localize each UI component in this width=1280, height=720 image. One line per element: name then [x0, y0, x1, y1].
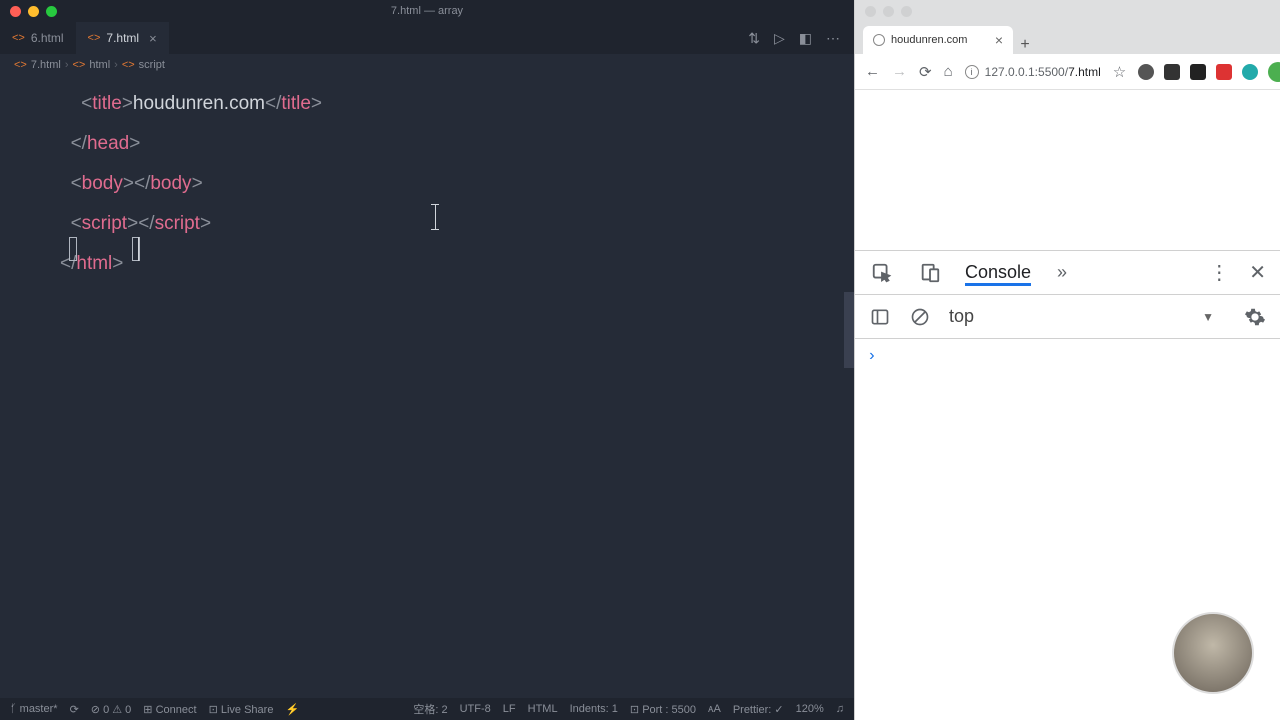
vscode-titlebar: 7.html — array: [0, 0, 854, 22]
toggle-sidebar-icon[interactable]: [869, 306, 891, 328]
code-line: </head>: [60, 124, 840, 164]
chevron-down-icon: ▼: [1202, 310, 1214, 324]
traffic-lights: [865, 6, 912, 17]
live-share[interactable]: ⊡ Live Share: [209, 703, 274, 716]
breadcrumb-script[interactable]: script: [139, 59, 165, 71]
run-icon[interactable]: ▷: [774, 30, 785, 47]
browser-toolbar: ← → ⟳ ⌂ i 127.0.0.1:5500/7.html ☆ ⋮: [855, 54, 1280, 90]
problems[interactable]: ⊘ 0 ⚠ 0: [91, 703, 132, 716]
clear-console-icon[interactable]: [909, 306, 931, 328]
html-file-icon: <>: [12, 32, 25, 44]
maximize-window-button[interactable]: [46, 6, 57, 17]
brackets-icon: <>: [122, 59, 135, 71]
favicon-icon: [873, 34, 885, 46]
more-actions-icon[interactable]: ⋯: [826, 30, 840, 47]
breadcrumb[interactable]: <> 7.html › <> html › <> script: [0, 54, 854, 76]
new-tab-button[interactable]: +: [1013, 36, 1037, 54]
devtools-tab-bar: Console » ⋮ ✕: [855, 251, 1280, 295]
chevron-right-icon: ›: [114, 59, 118, 71]
extension-icon[interactable]: [1216, 64, 1232, 80]
browser-tab-title: houdunren.com: [891, 34, 967, 46]
console-settings-icon[interactable]: [1244, 306, 1266, 328]
sync-icon[interactable]: ⟳: [70, 703, 79, 716]
close-tab-icon[interactable]: ×: [149, 31, 157, 46]
editor-tab-bar: <> 6.html <> 7.html × ⇅ ▷ ◧ ⋯: [0, 22, 854, 54]
editor-actions: ⇅ ▷ ◧ ⋯: [748, 30, 854, 47]
back-button[interactable]: ←: [865, 63, 880, 80]
minimap-scroll[interactable]: [844, 292, 854, 368]
context-selector[interactable]: top ▼: [949, 306, 1226, 327]
close-window-button[interactable]: [10, 6, 21, 17]
tab-label: 7.html: [106, 31, 139, 45]
remote-connect[interactable]: ⊞ Connect: [143, 703, 196, 716]
indents[interactable]: Indents: 1: [570, 703, 618, 715]
brackets-icon: <>: [73, 59, 86, 71]
extension-icon[interactable]: [1164, 64, 1180, 80]
bell-icon[interactable]: ♫: [836, 703, 844, 715]
encoding[interactable]: UTF-8: [460, 703, 491, 715]
more-tabs-icon[interactable]: »: [1057, 262, 1067, 283]
breadcrumb-file[interactable]: 7.html: [31, 59, 61, 71]
console-tab[interactable]: Console: [965, 262, 1031, 286]
code-line: <script></script>: [60, 204, 840, 244]
code-line: <title>houdunren.com</title>: [60, 84, 840, 124]
maximize-window-button[interactable]: [901, 6, 912, 17]
forward-button[interactable]: →: [892, 63, 907, 80]
browser-tab-strip: houdunren.com × +: [855, 22, 1280, 54]
device-toggle-icon[interactable]: [917, 260, 943, 286]
zoom-level[interactable]: 120%: [796, 703, 824, 715]
indent-spaces[interactable]: 空格: 2: [413, 701, 447, 717]
close-devtools-icon[interactable]: ✕: [1249, 260, 1266, 285]
address-bar[interactable]: i 127.0.0.1:5500/7.html: [965, 65, 1101, 79]
close-tab-icon[interactable]: ×: [995, 32, 1003, 48]
extension-icon[interactable]: [1138, 64, 1154, 80]
text-cursor-icon: [435, 204, 436, 230]
site-info-icon[interactable]: i: [965, 65, 979, 79]
extension-icon[interactable]: [1242, 64, 1258, 80]
profile-avatar[interactable]: [1268, 62, 1280, 82]
tab-6html[interactable]: <> 6.html: [0, 22, 76, 54]
html-file-icon: <>: [14, 59, 27, 71]
eol[interactable]: LF: [503, 703, 516, 715]
split-editor-icon[interactable]: ◧: [799, 30, 812, 47]
window-title: 7.html — array: [391, 5, 463, 17]
reload-button[interactable]: ⟳: [919, 63, 932, 81]
compare-changes-icon[interactable]: ⇅: [748, 30, 760, 47]
minimize-window-button[interactable]: [883, 6, 894, 17]
prettier-status[interactable]: Prettier: ✓: [733, 703, 784, 716]
lightning-icon[interactable]: ⚡: [285, 703, 299, 716]
code-line: <body></body>: [60, 164, 840, 204]
close-window-button[interactable]: [865, 6, 876, 17]
browser-tab[interactable]: houdunren.com ×: [863, 26, 1013, 54]
tab-label: 6.html: [31, 31, 64, 45]
webcam-overlay: [1172, 612, 1254, 694]
console-prompt-icon: ›: [867, 347, 877, 365]
git-branch[interactable]: ᚶ master*: [10, 703, 58, 715]
html-file-icon: <>: [88, 32, 101, 44]
tab-7html[interactable]: <> 7.html ×: [76, 22, 169, 54]
browser-titlebar: [855, 0, 1280, 22]
vscode-window: 7.html — array <> 6.html <> 7.html × ⇅ ▷…: [0, 0, 854, 720]
live-server-port[interactable]: ⊡ Port : 5500: [630, 703, 696, 716]
console-toolbar: top ▼: [855, 295, 1280, 339]
text-size-icon[interactable]: ᴀA: [708, 703, 721, 715]
chevron-right-icon: ›: [65, 59, 69, 71]
bookmark-star-icon[interactable]: ☆: [1113, 63, 1126, 81]
extension-icon[interactable]: [1190, 64, 1206, 80]
code-line: </html>: [60, 244, 840, 284]
breadcrumb-html[interactable]: html: [89, 59, 110, 71]
devtools-menu-icon[interactable]: ⋮: [1209, 260, 1229, 285]
language-mode[interactable]: HTML: [528, 703, 558, 715]
inspect-element-icon[interactable]: [869, 260, 895, 286]
home-button[interactable]: ⌂: [944, 63, 953, 80]
code-editor[interactable]: <title>houdunren.com</title> </head> <bo…: [0, 76, 854, 698]
status-bar: ᚶ master* ⟳ ⊘ 0 ⚠ 0 ⊞ Connect ⊡ Live Sha…: [0, 698, 854, 720]
minimize-window-button[interactable]: [28, 6, 39, 17]
traffic-lights: [10, 6, 57, 17]
extensions: ⋮: [1138, 62, 1280, 82]
